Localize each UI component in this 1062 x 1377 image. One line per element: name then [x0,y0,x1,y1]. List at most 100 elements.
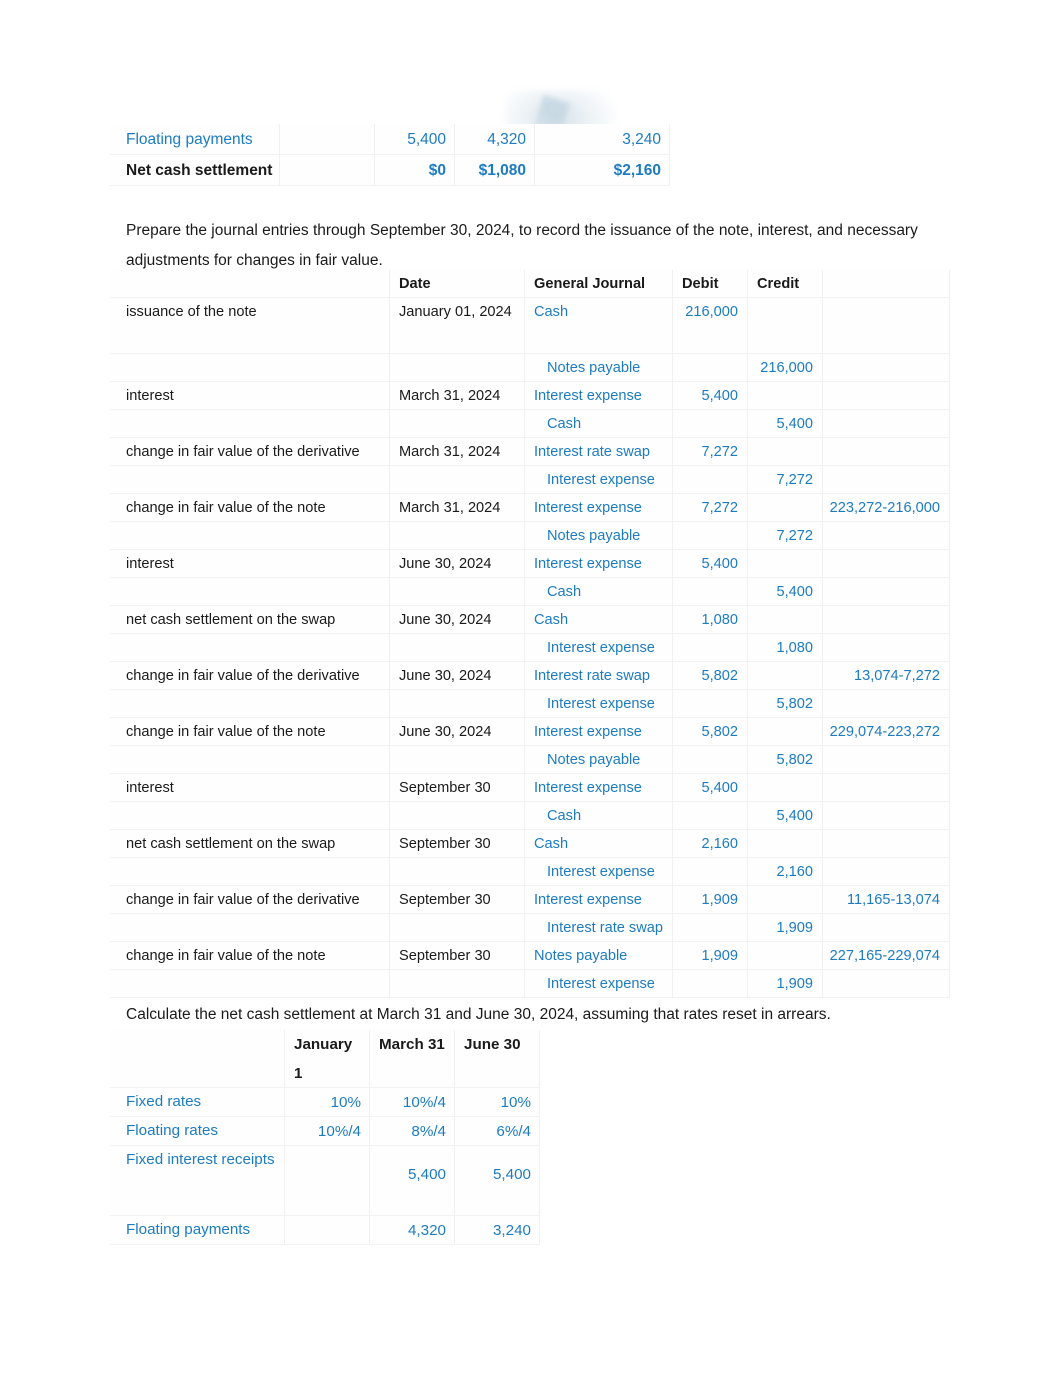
account-name: Interest expense [525,634,673,662]
value-cell: 5,400 [370,1146,455,1216]
calculation-note [823,606,950,634]
calculation-note [823,438,950,466]
journal-row: change in fair value of the note March 31… [110,494,950,522]
account-name: Cash [525,410,673,438]
credit-amount: 1,909 [748,970,823,998]
entry-date: March 31, 2024 [390,382,525,410]
entry-description: change in fair value of the derivative [110,662,390,690]
journal-row: Interest rate swap 1,909 [110,914,950,942]
entry-description [110,802,390,830]
journal-row: Interest expense 7,272 [110,466,950,494]
value-cell: 4,320 [370,1216,455,1245]
entry-description: change in fair value of the derivative [110,886,390,914]
entry-description: change in fair value of the note [110,494,390,522]
prompt-net-cash-settlement: Calculate the net cash settlement at Mar… [126,1006,831,1023]
entry-date [390,578,525,606]
entry-description: net cash settlement on the swap [110,606,390,634]
rates-col-header: March 31 [370,1030,455,1088]
journal-row: change in fair value of the derivative Se… [110,886,950,914]
value-cell: 10%/4 [370,1088,455,1117]
credit-amount [748,494,823,522]
account-name: Cash [525,802,673,830]
account-name: Interest expense [525,690,673,718]
debit-amount [673,354,748,382]
account-name: Interest rate swap [525,914,673,942]
debit-amount [673,858,748,886]
journal-row: Interest expense 2,160 [110,858,950,886]
value-cell [285,1146,370,1216]
journal-row: change in fair value of the note Septembe… [110,942,950,970]
account-name: Interest expense [525,970,673,998]
calculation-note [823,410,950,438]
col-header-account: General Journal [525,270,673,298]
calculation-note [823,298,950,354]
debit-amount: 2,160 [673,830,748,858]
journal-row: change in fair value of the note June 30,… [110,718,950,746]
table-row: Fixed rates 10% 10%/4 10% [110,1088,540,1117]
calculation-note [823,522,950,550]
debit-amount [673,690,748,718]
entry-date [390,410,525,438]
debit-amount: 5,400 [673,774,748,802]
entry-date [390,690,525,718]
value-cell: $2,160 [535,155,670,186]
table-row: Floating payments 5,400 4,320 3,240 [110,124,670,155]
credit-amount [748,942,823,970]
rates-header-row: January 1 March 31 June 30 [110,1030,540,1088]
entry-date [390,914,525,942]
table-row: Floating payments 4,320 3,240 [110,1216,540,1245]
entry-date: June 30, 2024 [390,606,525,634]
credit-amount [748,830,823,858]
calculation-note [823,774,950,802]
entry-description: interest [110,550,390,578]
credit-amount: 1,909 [748,914,823,942]
account-name: Cash [525,578,673,606]
account-name: Notes payable [525,522,673,550]
col-header-desc [110,270,390,298]
calculation-note [823,354,950,382]
journal-row: interest September 30 Interest expense 5,40… [110,774,950,802]
journal-row: Cash 5,400 [110,578,950,606]
entry-description [110,634,390,662]
journal-row: Notes payable 216,000 [110,354,950,382]
entry-date [390,858,525,886]
document-page: Floating payments 5,400 4,320 3,240 Net cash… [0,0,1062,1377]
journal-row: Notes payable 7,272 [110,522,950,550]
calculation-note: 227,165-229,074 [823,942,950,970]
entry-date [390,354,525,382]
account-name: Interest expense [525,886,673,914]
account-name: Cash [525,606,673,634]
journal-row: Interest expense 5,802 [110,690,950,718]
value-cell: 8%/4 [370,1117,455,1146]
rates-col-header: January 1 [285,1030,370,1088]
credit-amount: 5,400 [748,802,823,830]
table-row: Fixed interest receipts 5,400 5,400 [110,1146,540,1216]
credit-amount: 5,400 [748,410,823,438]
entry-description [110,410,390,438]
entry-date [390,522,525,550]
entry-description [110,914,390,942]
entry-date [390,466,525,494]
rates-col-header: June 30 [455,1030,540,1088]
entry-description [110,746,390,774]
credit-amount [748,606,823,634]
value-cell: $1,080 [455,155,535,186]
col-header-note [823,270,950,298]
debit-amount: 1,909 [673,942,748,970]
credit-amount: 7,272 [748,466,823,494]
prompt-journal-entries: Prepare the journal entries through Sept… [126,222,918,269]
debit-amount: 216,000 [673,298,748,354]
account-name: Notes payable [525,942,673,970]
account-name: Cash [525,830,673,858]
credit-amount: 5,802 [748,746,823,774]
value-cell: 10% [285,1088,370,1117]
calculation-note [823,578,950,606]
entry-description: change in fair value of the note [110,718,390,746]
debit-amount [673,410,748,438]
entry-date: January 01, 2024 [390,298,525,354]
entry-description [110,522,390,550]
calculation-note: 13,074-7,272 [823,662,950,690]
journal-row: interest March 31, 2024 Interest expense 5,… [110,382,950,410]
account-name: Interest expense [525,382,673,410]
credit-amount: 2,160 [748,858,823,886]
